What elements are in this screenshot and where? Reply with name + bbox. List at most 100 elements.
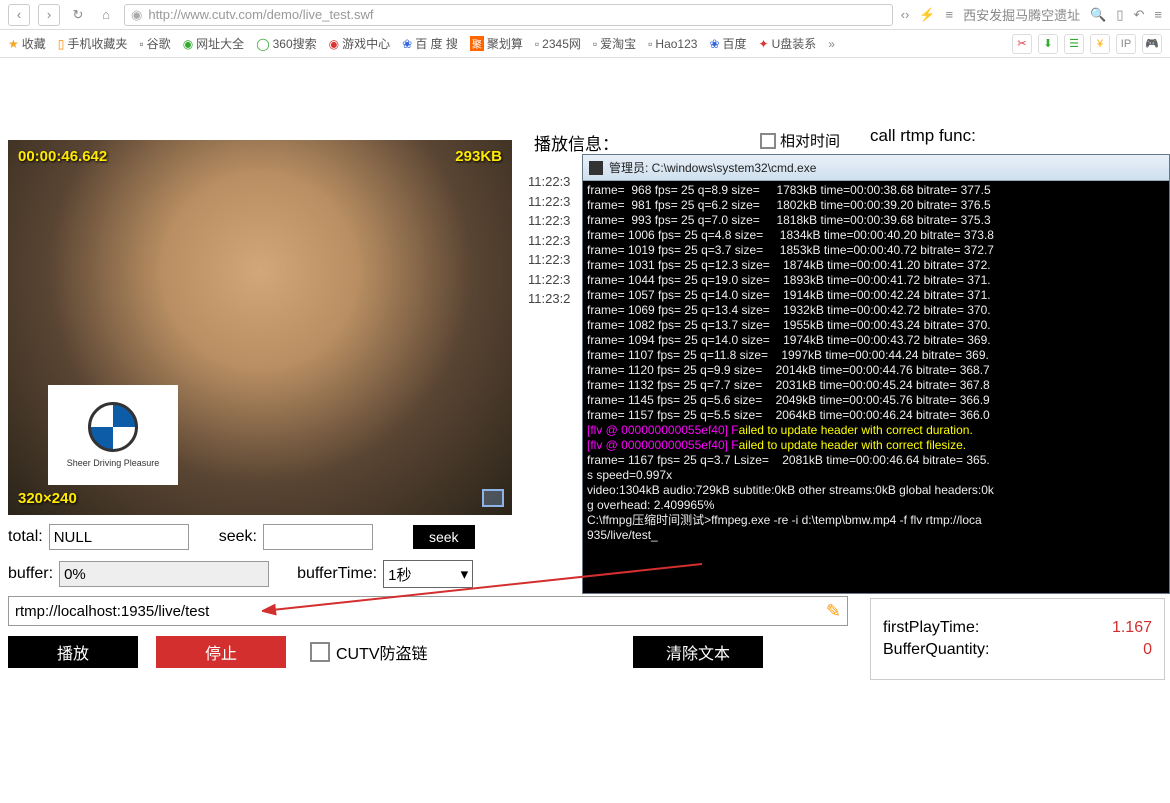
video-time-overlay: 00:00:46.642 xyxy=(18,148,107,165)
timestamp-item: 11:22:3 xyxy=(528,250,570,270)
call-rtmp-label: call rtmp func: xyxy=(870,126,976,146)
video-player: Sheer Driving Pleasure 00:00:46.642 293K… xyxy=(8,140,512,515)
seek-input[interactable] xyxy=(263,524,373,550)
timestamp-list: 11:22:3 11:22:3 11:22:3 11:22:3 11:22:3 … xyxy=(528,172,570,309)
play-button[interactable]: 播放 xyxy=(8,636,138,668)
stream-url-text: rtmp://localhost:1935/live/test xyxy=(15,603,209,620)
seek-label: seek: xyxy=(219,528,257,546)
stats-panel: firstPlayTime: 1.167 BufferQuantity: 0 xyxy=(870,598,1165,680)
bufferquantity-label: BufferQuantity: xyxy=(883,641,989,659)
page-icon: ▫ xyxy=(139,37,143,51)
cmd-output[interactable]: frame= 968 fps= 25 q=8.9 size= 1783kB ti… xyxy=(583,181,1169,593)
clear-text-button[interactable]: 清除文本 xyxy=(633,636,763,668)
cmd-title-text: 管理员: C:\windows\system32\cmd.exe xyxy=(609,159,816,176)
tool-icon: ✦ xyxy=(759,37,769,51)
antileech-checkbox[interactable] xyxy=(310,642,330,662)
bookmark-item[interactable]: ◯360搜索 xyxy=(256,35,316,52)
game-icon: ◉ xyxy=(329,37,339,51)
ext-note-icon[interactable]: ☰ xyxy=(1064,34,1084,54)
bookmark-item[interactable]: ▫爱淘宝 xyxy=(593,35,636,52)
url-text: http://www.cutv.com/demo/live_test.swf xyxy=(148,7,373,22)
timestamp-item: 11:22:3 xyxy=(528,192,570,212)
bookmark-item[interactable]: ▯手机收藏夹 xyxy=(58,35,128,52)
chevron-down-icon: ▾ xyxy=(461,565,469,583)
control-row-2: buffer: bufferTime: 1秒 ▾ xyxy=(8,560,473,588)
globe-icon: ◉ xyxy=(131,7,142,23)
page-icon: ▫ xyxy=(535,37,539,51)
button-row: 播放 停止 CUTV防盗链 清除文本 xyxy=(8,636,428,668)
bookmarks-bar: ★收藏 ▯手机收藏夹 ▫谷歌 ◉网址大全 ◯360搜索 ◉游戏中心 ❀百 度 搜… xyxy=(0,30,1170,58)
menu-icon[interactable]: ≡ xyxy=(946,7,954,22)
page-icon: ▫ xyxy=(593,37,597,51)
timestamp-item: 11:22:3 xyxy=(528,231,570,251)
stop-button[interactable]: 停止 xyxy=(156,636,286,668)
logo-caption: Sheer Driving Pleasure xyxy=(67,458,160,468)
bookmark-item[interactable]: ❀百 度 搜 xyxy=(402,35,458,52)
more-icon[interactable]: ≡ xyxy=(1154,7,1162,22)
ext-ip-icon[interactable]: IP xyxy=(1116,34,1136,54)
timestamp-item: 11:23:2 xyxy=(528,289,570,309)
address-bar[interactable]: ◉ http://www.cutv.com/demo/live_test.swf xyxy=(124,4,893,26)
cmd-icon xyxy=(589,161,603,175)
bolt-icon[interactable]: ⚡ xyxy=(919,7,935,23)
timestamp-item: 11:22:3 xyxy=(528,172,570,192)
search-icon[interactable]: 🔍 xyxy=(1090,7,1106,23)
total-label: total: xyxy=(8,528,43,546)
bookmark-item[interactable]: ◉游戏中心 xyxy=(329,35,391,52)
home-button[interactable]: ⌂ xyxy=(96,5,116,25)
video-resolution-overlay: 320×240 xyxy=(18,490,77,507)
edit-icon[interactable]: ✎ xyxy=(826,601,841,622)
total-input[interactable] xyxy=(49,524,189,550)
relative-time-option: 相对时间 xyxy=(760,130,840,151)
undo-icon[interactable]: ↶ xyxy=(1134,7,1145,23)
timestamp-item: 11:22:3 xyxy=(528,211,570,231)
search-placeholder[interactable]: 西安发掘马腾空遗址 xyxy=(963,5,1080,24)
bookmark-item[interactable]: 聚聚划算 xyxy=(470,35,523,52)
phone-icon: ▯ xyxy=(58,37,65,51)
bookmark-item[interactable]: ★收藏 xyxy=(8,35,46,52)
firstplaytime-label: firstPlayTime: xyxy=(883,619,979,637)
toolbar-right: ‹› ⚡ ≡ 西安发掘马腾空遗址 🔍 ▯ ↶ ≡ xyxy=(901,5,1162,24)
globe-icon: ◉ xyxy=(183,37,193,51)
bookmark-item[interactable]: ▫2345网 xyxy=(535,35,581,52)
paw-icon: ❀ xyxy=(709,37,719,51)
overflow-icon[interactable]: » xyxy=(828,37,835,51)
fullscreen-icon[interactable] xyxy=(482,489,504,507)
refresh-button[interactable]: ↻ xyxy=(68,5,88,25)
video-size-overlay: 293KB xyxy=(455,148,502,165)
bookmark-item[interactable]: ◉网址大全 xyxy=(183,35,245,52)
bmw-logo: Sheer Driving Pleasure xyxy=(48,385,178,485)
bookmark-item[interactable]: ▫谷歌 xyxy=(139,35,170,52)
buffertime-label: bufferTime: xyxy=(297,565,377,583)
ext-scissors-icon[interactable]: ✂ xyxy=(1012,34,1032,54)
timestamp-item: 11:22:3 xyxy=(528,270,570,290)
page-icon: ▫ xyxy=(648,37,652,51)
bookmark-item[interactable]: ✦U盘装系 xyxy=(759,35,817,52)
star-icon: ★ xyxy=(8,37,19,51)
back-button[interactable]: ‹ xyxy=(8,4,30,26)
cmd-window: 管理员: C:\windows\system32\cmd.exe frame= … xyxy=(582,154,1170,594)
playback-info-label: 播放信息： xyxy=(534,130,619,155)
seek-button[interactable]: seek xyxy=(413,525,475,549)
bufferquantity-value: 0 xyxy=(1143,641,1152,659)
forward-button[interactable]: › xyxy=(38,4,60,26)
buffer-input[interactable] xyxy=(59,561,269,587)
bookmark-item[interactable]: ❀百度 xyxy=(709,35,746,52)
cmd-titlebar[interactable]: 管理员: C:\windows\system32\cmd.exe xyxy=(583,155,1169,181)
browser-toolbar: ‹ › ↻ ⌂ ◉ http://www.cutv.com/demo/live_… xyxy=(0,0,1170,30)
ext-down-icon[interactable]: ⬇ xyxy=(1038,34,1058,54)
paw-icon: ❀ xyxy=(402,37,412,51)
ju-icon: 聚 xyxy=(470,36,484,51)
buffertime-select[interactable]: 1秒 ▾ xyxy=(383,560,473,588)
mobile-icon[interactable]: ▯ xyxy=(1116,7,1123,23)
share-icon[interactable]: ‹› xyxy=(901,7,910,22)
bookmark-item[interactable]: ▫Hao123 xyxy=(648,37,697,51)
bmw-roundel-icon xyxy=(88,402,138,452)
relative-time-checkbox[interactable] xyxy=(760,133,776,149)
buffer-label: buffer: xyxy=(8,565,53,583)
antileech-label: CUTV防盗链 xyxy=(336,640,428,664)
ext-game-icon[interactable]: 🎮 xyxy=(1142,34,1162,54)
ext-money-icon[interactable]: ¥ xyxy=(1090,34,1110,54)
extension-icons: ✂ ⬇ ☰ ¥ IP 🎮 xyxy=(1012,34,1162,54)
stream-url-input[interactable]: rtmp://localhost:1935/live/test ✎ xyxy=(8,596,848,626)
